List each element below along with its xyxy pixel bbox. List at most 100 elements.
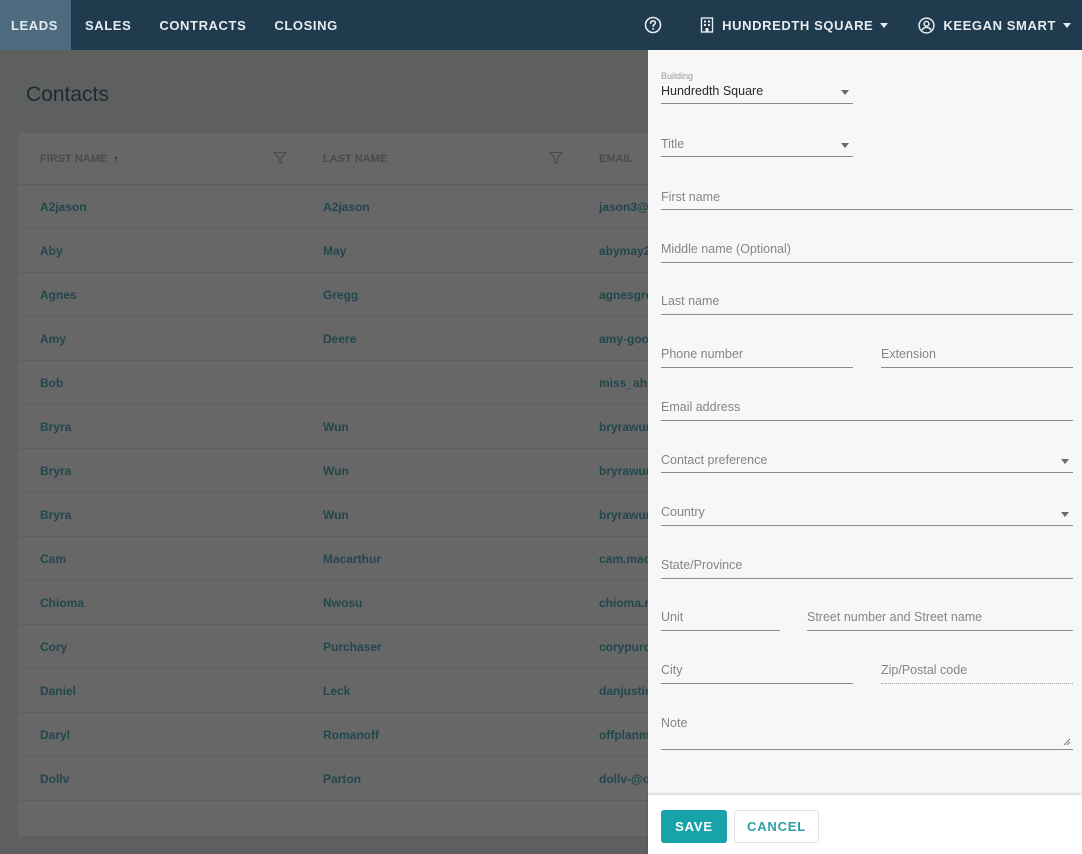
contacts-table: FIRST NAME ↑ LAST NAME EMAIL A2jason A2ja… bbox=[18, 133, 698, 836]
last-name-cell[interactable]: A2jason bbox=[301, 185, 577, 229]
zip-postal-code-input[interactable]: Zip/Postal code bbox=[881, 657, 1073, 684]
table-row[interactable]: Agnes Gregg agnesgre bbox=[18, 273, 698, 317]
user-menu-label: KEEGAN SMART bbox=[943, 17, 1056, 33]
first-name-cell[interactable]: Bryra bbox=[18, 405, 301, 449]
phone-number-input[interactable]: Phone number bbox=[661, 341, 853, 368]
last-name-cell[interactable]: Wun bbox=[301, 449, 577, 493]
form-footer: SAVE CANCEL bbox=[648, 795, 1082, 854]
middle-name-input[interactable]: Middle name (Optional) bbox=[661, 236, 1073, 263]
nav-tab-contracts[interactable]: CONTRACTS bbox=[145, 0, 260, 50]
filter-icon[interactable] bbox=[549, 151, 563, 165]
column-label: EMAIL bbox=[599, 152, 634, 165]
first-name-cell[interactable]: Dollv bbox=[18, 757, 301, 801]
building-menu-label: HUNDREDTH SQUARE bbox=[722, 17, 874, 33]
last-name-cell[interactable]: Wun bbox=[301, 493, 577, 537]
first-name-cell[interactable]: Bob bbox=[18, 361, 301, 405]
table-body: A2jason A2jason jason3@ Aby May abymay2 Agnes G… bbox=[18, 185, 698, 801]
table-row[interactable]: Bryra Wun bryrawun bbox=[18, 449, 698, 493]
chevron-down-icon bbox=[880, 22, 889, 28]
column-header-email[interactable]: EMAIL bbox=[577, 133, 633, 185]
first-name-cell[interactable]: Bryra bbox=[18, 493, 301, 537]
last-name-cell[interactable]: May bbox=[301, 229, 577, 273]
state-province-label: State/Province bbox=[661, 558, 743, 572]
last-name-cell[interactable]: Parton bbox=[301, 757, 577, 801]
resize-grip-icon[interactable] bbox=[1063, 738, 1071, 746]
first-name-cell[interactable]: Amy bbox=[18, 317, 301, 361]
cancel-button[interactable]: CANCEL bbox=[734, 810, 819, 843]
extension-label: Extension bbox=[881, 347, 936, 361]
help-circle-icon bbox=[644, 16, 662, 34]
nav-tab-closing[interactable]: CLOSING bbox=[260, 0, 351, 50]
country-label: Country bbox=[661, 505, 705, 519]
building-menu-button[interactable]: HUNDREDTH SQUARE bbox=[700, 0, 889, 50]
nav-tab-leads[interactable]: LEADS bbox=[0, 0, 71, 50]
table-row[interactable]: Bob miss_ahr bbox=[18, 361, 698, 405]
table-row[interactable]: Chioma Nwosu chioma.r bbox=[18, 581, 698, 625]
unit-input[interactable]: Unit bbox=[661, 604, 780, 631]
column-header-first-name[interactable]: FIRST NAME ↑ bbox=[18, 133, 301, 185]
table-row[interactable]: A2jason A2jason jason3@ bbox=[18, 185, 698, 229]
nav-tab-sales[interactable]: SALES bbox=[71, 0, 145, 50]
last-name-cell[interactable] bbox=[301, 361, 577, 405]
table-row[interactable]: Daryl Romanoff offplanm bbox=[18, 713, 698, 757]
table-row[interactable]: Bryra Wun bryrawun bbox=[18, 405, 698, 449]
last-name-cell[interactable]: Nwosu bbox=[301, 581, 577, 625]
first-name-cell[interactable]: Cory bbox=[18, 625, 301, 669]
first-name-cell[interactable]: Agnes bbox=[18, 273, 301, 317]
user-menu-button[interactable]: KEEGAN SMART bbox=[918, 0, 1071, 50]
last-name-cell[interactable]: Wun bbox=[301, 405, 577, 449]
first-name-cell[interactable]: Daniel bbox=[18, 669, 301, 713]
last-name-input[interactable]: Last name bbox=[661, 288, 1073, 315]
extension-input[interactable]: Extension bbox=[881, 341, 1073, 368]
email-address-label: Email address bbox=[661, 400, 741, 414]
last-name-cell[interactable]: Romanoff bbox=[301, 713, 577, 757]
first-name-cell[interactable]: Bryra bbox=[18, 449, 301, 493]
dropdown-arrow-icon bbox=[841, 90, 849, 95]
column-header-last-name[interactable]: LAST NAME bbox=[301, 133, 577, 185]
phone-number-label: Phone number bbox=[661, 347, 744, 361]
last-name-cell[interactable]: Deere bbox=[301, 317, 577, 361]
first-name-cell[interactable]: Aby bbox=[18, 229, 301, 273]
first-name-label: First name bbox=[661, 190, 721, 204]
last-name-cell[interactable]: Purchaser bbox=[301, 625, 577, 669]
note-textarea[interactable]: Note bbox=[661, 710, 1073, 750]
first-name-cell[interactable]: Chioma bbox=[18, 581, 301, 625]
building-value: Hundredth Square bbox=[661, 84, 764, 98]
state-province-input[interactable]: State/Province bbox=[661, 552, 1073, 579]
email-address-input[interactable]: Email address bbox=[661, 394, 1073, 421]
city-input[interactable]: City bbox=[661, 657, 853, 684]
middle-name-label: Middle name (Optional) bbox=[661, 242, 791, 256]
last-name-label: Last name bbox=[661, 294, 720, 308]
city-label: City bbox=[661, 663, 683, 677]
table-row[interactable]: Cory Purchaser corypurc bbox=[18, 625, 698, 669]
title-select[interactable]: Title bbox=[661, 130, 853, 157]
page-title: Contacts bbox=[26, 83, 109, 106]
first-name-cell[interactable]: Cam bbox=[18, 537, 301, 581]
first-name-input[interactable]: First name bbox=[661, 183, 1073, 210]
contact-preference-select[interactable]: Contact preference bbox=[661, 446, 1073, 473]
note-label: Note bbox=[661, 716, 688, 730]
table-row[interactable]: Daniel Leck danjustin bbox=[18, 669, 698, 713]
last-name-cell[interactable]: Gregg bbox=[301, 273, 577, 317]
save-button[interactable]: SAVE bbox=[661, 810, 727, 843]
table-row[interactable]: Cam Macarthur cam.mac bbox=[18, 537, 698, 581]
last-name-cell[interactable]: Macarthur bbox=[301, 537, 577, 581]
street-input[interactable]: Street number and Street name bbox=[807, 604, 1073, 631]
first-name-cell[interactable]: A2jason bbox=[18, 185, 301, 229]
country-select[interactable]: Country bbox=[661, 499, 1073, 526]
column-label: FIRST NAME bbox=[40, 152, 108, 165]
app: LEADS SALES CONTRACTS CLOSING HUNDREDTH … bbox=[0, 0, 1082, 854]
table-row[interactable]: Dollv Parton dollv-@o bbox=[18, 757, 698, 801]
building-label: Building bbox=[661, 71, 694, 81]
last-name-cell[interactable]: Leck bbox=[301, 669, 577, 713]
table-row[interactable]: Aby May abymay2 bbox=[18, 229, 698, 273]
new-contact-panel: Building Hundredth Square Title First na… bbox=[648, 50, 1082, 854]
building-select[interactable]: Building Hundredth Square bbox=[661, 71, 853, 104]
top-nav-bar: LEADS SALES CONTRACTS CLOSING HUNDREDTH … bbox=[0, 0, 1082, 50]
help-button[interactable] bbox=[642, 14, 664, 36]
table-row[interactable]: Amy Deere amy-goo bbox=[18, 317, 698, 361]
first-name-cell[interactable]: Daryl bbox=[18, 713, 301, 757]
zip-postal-code-label: Zip/Postal code bbox=[881, 663, 968, 677]
filter-icon[interactable] bbox=[273, 151, 287, 165]
table-row[interactable]: Bryra Wun bryrawun bbox=[18, 493, 698, 537]
